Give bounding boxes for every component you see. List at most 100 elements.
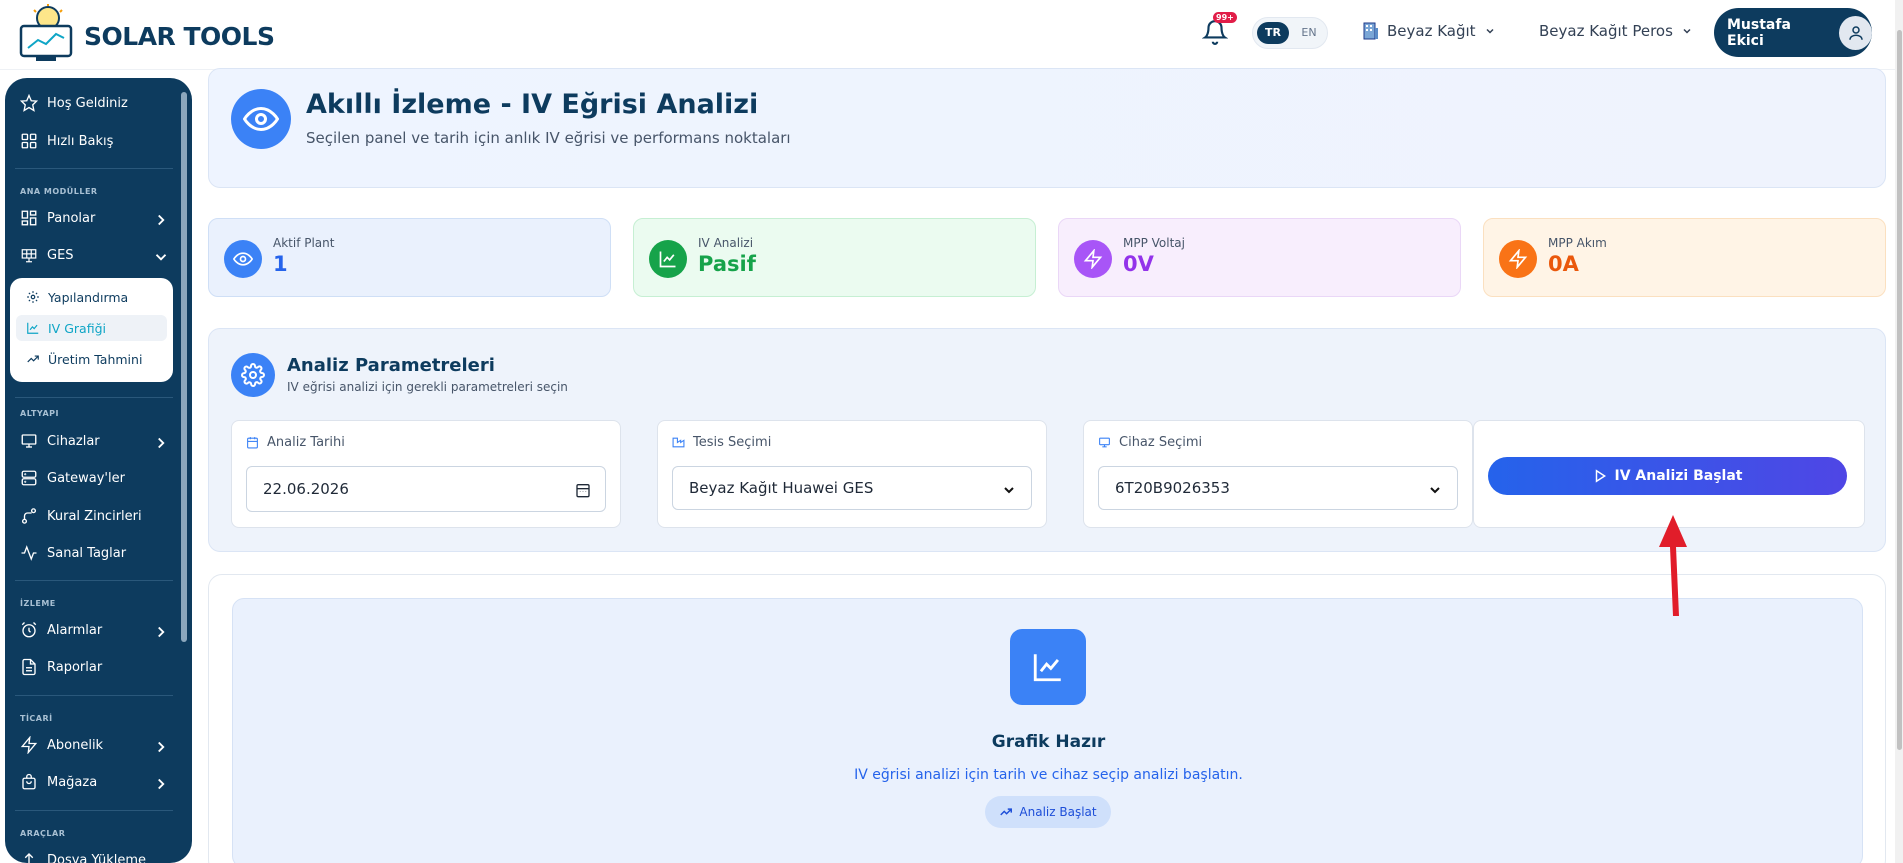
sidebar-item-upload[interactable]: Dosya Yükleme — [20, 846, 170, 863]
sidebar-item-subscription[interactable]: Abonelik — [20, 731, 170, 759]
lang-tr-option[interactable]: TR — [1257, 22, 1289, 44]
date-value: 22.06.2026 — [263, 480, 349, 498]
plant-field-card: Tesis Seçimi Beyaz Kağıt Huawei GES — [657, 420, 1047, 528]
chevron-right-icon — [158, 741, 165, 753]
gear-icon — [231, 353, 275, 397]
lightning-icon — [1074, 240, 1112, 278]
sidebar-item-devices[interactable]: Cihazlar — [20, 427, 170, 455]
company-name: Beyaz Kağıt — [1387, 22, 1476, 40]
field-label-text: Tesis Seçimi — [693, 435, 772, 450]
sidebar-item-label: Cihazlar — [47, 433, 100, 449]
start-iv-analysis-button[interactable]: IV Analizi Başlat — [1488, 457, 1847, 495]
stat-value: 0A — [1548, 252, 1579, 276]
stat-value: 0V — [1123, 252, 1154, 276]
sidebar: Hoş Geldiniz Hızlı Bakış ANA MODÜLLER Pa… — [5, 78, 192, 863]
notification-badge: 99+ — [1213, 12, 1237, 23]
calendar-icon[interactable] — [575, 482, 591, 498]
sidebar-item-reports[interactable]: Raporlar — [20, 653, 170, 681]
chevron-right-icon — [158, 437, 165, 449]
submenu-item-iv-graph[interactable]: IV Grafiği — [16, 315, 167, 341]
stat-value: 1 — [273, 252, 288, 276]
sidebar-item-panels[interactable]: Panolar — [20, 204, 170, 232]
sidebar-section-infra: ALTYAPI — [20, 409, 59, 418]
play-icon — [1595, 469, 1606, 483]
chevron-down-icon — [1486, 28, 1494, 34]
line-chart-icon — [649, 240, 687, 278]
building-icon — [1363, 22, 1378, 40]
submenu-item-label: Yapılandırma — [48, 289, 129, 305]
submenu-item-forecast[interactable]: Üretim Tahmini — [16, 346, 167, 372]
sidebar-item-rules[interactable]: Kural Zincirleri — [20, 502, 170, 530]
sidebar-item-label: Sanal Taglar — [47, 545, 127, 561]
solar-logo-icon[interactable] — [18, 4, 76, 64]
sidebar-divider — [15, 397, 173, 398]
user-name: Mustafa Ekici — [1727, 16, 1791, 49]
params-title: Analiz Parametreleri — [287, 355, 495, 376]
stat-card-mpp-voltage: MPP Voltaj 0V — [1058, 218, 1461, 297]
stat-value: Pasif — [698, 252, 756, 276]
sidebar-section-commerce: TİCARİ — [20, 714, 53, 723]
page-subtitle: Seçilen panel ve tarih için anlık IV eğr… — [306, 129, 791, 147]
brand-name: SOLAR TOOLS — [84, 22, 275, 51]
language-toggle[interactable]: TR EN — [1252, 17, 1328, 49]
sidebar-item-label: Hızlı Bakış — [47, 133, 114, 149]
sidebar-item-gateways[interactable]: Gateway'ler — [20, 464, 170, 492]
user-menu-button[interactable]: Mustafa Ekici — [1714, 8, 1872, 57]
sidebar-divider — [15, 695, 173, 696]
start-analysis-label: Analiz Başlat — [1019, 805, 1097, 819]
plant-value: Beyaz Kağıt Huawei GES — [689, 479, 874, 497]
sidebar-item-label: Kural Zincirleri — [47, 508, 142, 524]
chevron-down-icon — [1004, 487, 1014, 494]
shopping-bag-icon — [22, 773, 36, 790]
sidebar-item-label: Panolar — [47, 210, 96, 226]
alarm-clock-icon — [21, 622, 37, 638]
monitor-icon — [1099, 437, 1110, 448]
sidebar-item-virtual-tags[interactable]: Sanal Taglar — [20, 539, 170, 567]
chevron-right-icon — [158, 214, 165, 226]
start-button-label: IV Analizi Başlat — [1614, 468, 1743, 484]
lang-en-option[interactable]: EN — [1295, 22, 1323, 44]
sidebar-item-quick-view[interactable]: Hızlı Bakış — [20, 127, 170, 155]
grid-icon — [21, 133, 37, 149]
sidebar-item-ges[interactable]: GES — [20, 241, 170, 269]
sidebar-scrollbar[interactable] — [181, 92, 187, 642]
analysis-parameters-card: Analiz Parametreleri IV eğrisi analizi i… — [208, 328, 1886, 552]
stat-label: MPP Voltaj — [1123, 236, 1185, 250]
field-label-text: Analiz Tarihi — [267, 435, 345, 450]
star-icon — [20, 94, 38, 112]
device-select[interactable]: 6T20B9026353 — [1098, 466, 1458, 510]
sidebar-item-store[interactable]: Mağaza — [20, 768, 170, 796]
sidebar-section-monitor: İZLEME — [20, 599, 56, 608]
chart-placeholder: Grafik Hazır IV eğrisi analizi için tari… — [232, 598, 1863, 863]
start-analysis-button[interactable]: Analiz Başlat — [985, 796, 1111, 828]
page-scrollbar-thumb[interactable] — [1897, 30, 1902, 750]
trending-up-icon — [27, 355, 39, 363]
date-input[interactable]: 22.06.2026 — [246, 466, 606, 512]
sidebar-item-label: Alarmlar — [47, 622, 103, 638]
site-selector[interactable]: Beyaz Kağıt Peros — [1539, 22, 1693, 40]
lightning-icon — [1499, 240, 1537, 278]
sidebar-divider — [15, 810, 173, 811]
device-field-card: Cihaz Seçimi 6T20B9026353 — [1083, 420, 1473, 528]
top-header: SOLAR TOOLS 99+ TR EN Beyaz Kağıt Beyaz … — [0, 0, 1903, 70]
lightning-icon — [20, 736, 38, 754]
params-subtitle: IV eğrisi analizi için gerekli parametre… — [287, 380, 568, 394]
submenu-item-configuration[interactable]: Yapılandırma — [16, 284, 167, 310]
workflow-icon — [21, 508, 37, 524]
stat-label: MPP Akım — [1548, 236, 1607, 250]
eye-icon — [231, 89, 291, 149]
stat-card-mpp-current: MPP Akım 0A — [1483, 218, 1886, 297]
sidebar-item-label: Gateway'ler — [47, 470, 125, 486]
file-text-icon — [22, 658, 36, 676]
sidebar-item-label: Dosya Yükleme — [47, 852, 147, 863]
company-selector[interactable]: Beyaz Kağıt — [1363, 22, 1496, 40]
sidebar-item-label: Raporlar — [47, 659, 103, 675]
chart-ready-subtitle: IV eğrisi analizi için tarih ve cihaz se… — [854, 767, 1243, 783]
plant-select[interactable]: Beyaz Kağıt Huawei GES — [672, 466, 1032, 510]
device-value: 6T20B9026353 — [1115, 479, 1230, 497]
sidebar-item-welcome[interactable]: Hoş Geldiniz — [20, 89, 170, 117]
sidebar-item-alarms[interactable]: Alarmlar — [20, 616, 170, 644]
sidebar-item-label: Hoş Geldiniz — [47, 95, 128, 111]
chevron-right-icon — [158, 626, 165, 638]
field-label-text: Cihaz Seçimi — [1119, 435, 1203, 450]
